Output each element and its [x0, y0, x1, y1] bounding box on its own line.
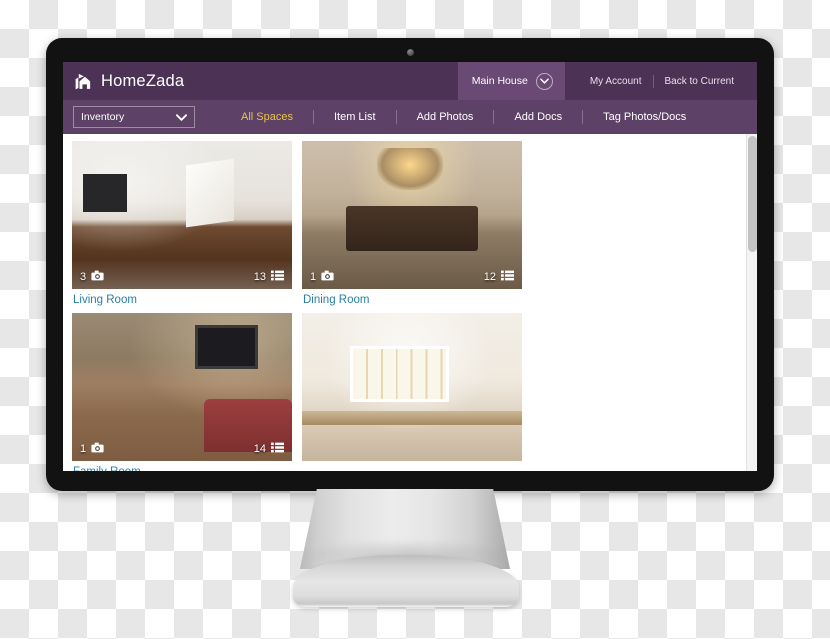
space-title-link[interactable]: Family Room: [72, 461, 292, 471]
back-to-current-link[interactable]: Back to Current: [654, 76, 745, 87]
nav-item-add-docs[interactable]: Add Docs: [494, 111, 582, 123]
space-card[interactable]: 3 13 Living Room: [72, 141, 292, 306]
screen: HomeZada Main House My Account Back to C…: [63, 62, 757, 471]
house-selector-dropdown[interactable]: Main House: [457, 62, 565, 100]
nav-item-add-photos[interactable]: Add Photos: [397, 111, 494, 123]
house-selector-label: Main House: [471, 75, 528, 87]
app-header: HomeZada Main House My Account Back to C…: [63, 62, 757, 100]
vertical-scrollbar[interactable]: [746, 134, 757, 471]
item-count-group: 14: [254, 442, 284, 456]
monitor-frame: HomeZada Main House My Account Back to C…: [46, 38, 774, 491]
module-select[interactable]: Inventory: [73, 106, 195, 128]
list-icon: [501, 270, 514, 284]
space-card[interactable]: 1 14: [72, 313, 292, 471]
chevron-down-icon: [535, 72, 553, 90]
photo-count: 3: [80, 271, 87, 283]
header-links: My Account Back to Current: [565, 62, 757, 100]
monitor-stand-base: [293, 555, 519, 607]
photo-count: 1: [80, 443, 87, 455]
space-thumbnail[interactable]: 1 14: [72, 313, 292, 461]
item-count: 14: [253, 443, 266, 455]
scrollbar-thumb[interactable]: [748, 136, 757, 252]
list-icon: [271, 442, 284, 456]
thumbnail-overlay: 1 12: [302, 265, 522, 289]
nav-bar: Inventory All Spaces Item List Add Photo…: [63, 100, 757, 134]
module-select-value: Inventory: [81, 111, 125, 123]
space-card[interactable]: 1 12 Dining Room: [302, 141, 522, 306]
house-flag-icon: [75, 73, 91, 89]
caret-down-icon: [176, 108, 187, 126]
room-photo-kitchen: [302, 313, 522, 461]
header-right-group: Main House My Account Back to Current: [457, 62, 757, 100]
photo-count: 1: [310, 271, 317, 283]
space-title-link[interactable]: Living Room: [72, 289, 292, 306]
nav-items: All Spaces Item List Add Photos Add Docs…: [221, 110, 757, 124]
brand-name: HomeZada: [101, 71, 185, 90]
photo-count-group: 1: [80, 442, 104, 456]
photo-count-group: 1: [310, 270, 334, 284]
webcam-icon: [406, 49, 414, 56]
space-thumbnail[interactable]: 1 12: [302, 141, 522, 289]
nav-item-item-list[interactable]: Item List: [314, 111, 396, 123]
item-count: 13: [253, 271, 266, 283]
space-thumbnail[interactable]: 3 13: [72, 141, 292, 289]
item-count: 12: [483, 271, 496, 283]
camera-icon: [91, 270, 104, 284]
spaces-grid-container: 3 13 Living Room 1 12 Dining Room 1 14: [63, 134, 757, 471]
item-count-group: 13: [254, 270, 284, 284]
list-icon: [271, 270, 284, 284]
item-count-group: 12: [484, 270, 514, 284]
brand-logo[interactable]: HomeZada: [63, 71, 184, 92]
camera-icon: [321, 270, 334, 284]
nav-item-all-spaces[interactable]: All Spaces: [221, 111, 313, 123]
thumbnail-overlay: 3 13: [72, 265, 292, 289]
spaces-grid: 3 13 Living Room 1 12 Dining Room 1 14: [63, 134, 745, 471]
photo-count-group: 3: [80, 270, 104, 284]
space-title-link[interactable]: Dining Room: [302, 289, 522, 306]
camera-icon: [91, 442, 104, 456]
space-thumbnail[interactable]: [302, 313, 522, 461]
thumbnail-overlay: 1 14: [72, 437, 292, 461]
nav-item-tag-photos-docs[interactable]: Tag Photos/Docs: [583, 111, 706, 123]
space-card[interactable]: [302, 313, 522, 471]
my-account-link[interactable]: My Account: [579, 76, 653, 87]
